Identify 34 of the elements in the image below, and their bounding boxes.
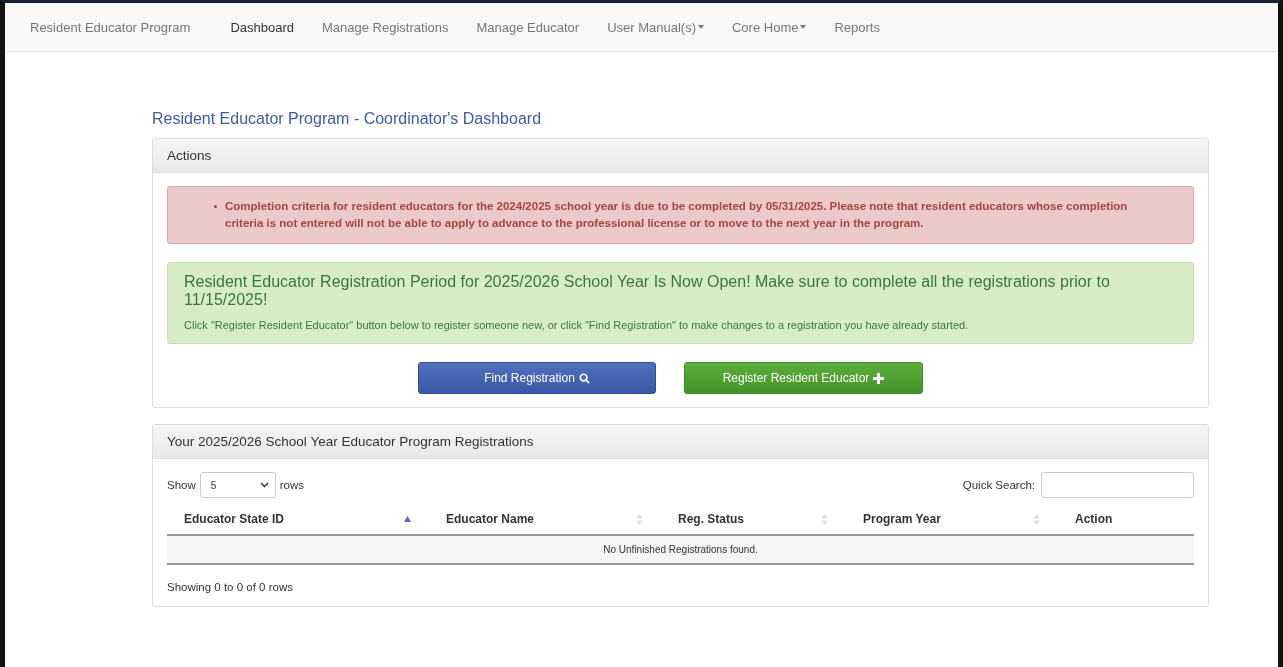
column-header[interactable]: Educator Name	[429, 504, 661, 534]
register-button[interactable]: Register Resident Educator	[684, 362, 923, 394]
notice-title: Resident Educator Registration Period for 2025/2026 School Year Is Now Open! Make sure to complete all the registrations prior to 11/15/2025!	[184, 273, 1111, 309]
nav-link[interactable]: Dashboard	[216, 19, 309, 35]
column-header[interactable]: Program Year	[846, 504, 1058, 534]
search-field[interactable]	[1041, 472, 1194, 498]
show-label: Show	[167, 479, 196, 491]
nav-link[interactable]: Reports	[820, 19, 894, 35]
empty-message: No Unfinished Registrations found.	[167, 536, 1194, 565]
notice-text: Click "Register Resident Educator" button below to register someone new, or click "Find Registration" to make changes to a registration you have already started.	[184, 319, 970, 331]
table-info: Showing 0 to 0 of 0 rows	[167, 581, 294, 593]
column-header[interactable]: Reg. Status	[661, 504, 846, 534]
chevron-down-icon	[259, 482, 269, 488]
page-title: Resident Educator Program - Coordinator's Dashboard	[152, 110, 543, 128]
column-header[interactable]: Action	[1058, 504, 1194, 534]
sort-icon[interactable]	[821, 513, 828, 525]
rows-label: rows	[279, 479, 305, 491]
brand-link[interactable]: Resident Educator Program	[30, 19, 191, 35]
column-header[interactable]: Educator State ID	[167, 504, 429, 534]
plus-icon	[873, 372, 885, 384]
sort-ascending-icon[interactable]	[404, 516, 411, 522]
nav-link[interactable]: Core Home	[718, 19, 821, 35]
panel-heading: Actions	[153, 139, 1208, 173]
search-icon	[578, 372, 590, 384]
page-size-select[interactable]: 5	[199, 472, 276, 498]
sort-icon[interactable]	[636, 513, 643, 525]
panel-heading: Your 2025/2026 School Year Educator Program Registrations	[153, 425, 1208, 459]
search-label: Quick Search:	[962, 479, 1035, 491]
alert-message: Completion criteria for resident educators for the 2024/2025 school year is due to be completed by 05/31/2025. Please note that resident educators whose completion criteria is not entered will not be able to apply to advance to the professional license or to move to the next year in the program.	[167, 186, 1194, 244]
nav-link[interactable]: User Manual(s)	[593, 19, 718, 35]
find-button[interactable]: Find Registration	[418, 362, 656, 394]
nav-link[interactable]: Manage Registrations	[308, 19, 463, 35]
nav-link[interactable]: Manage Educator	[462, 19, 594, 35]
sort-icon[interactable]	[1033, 513, 1040, 525]
